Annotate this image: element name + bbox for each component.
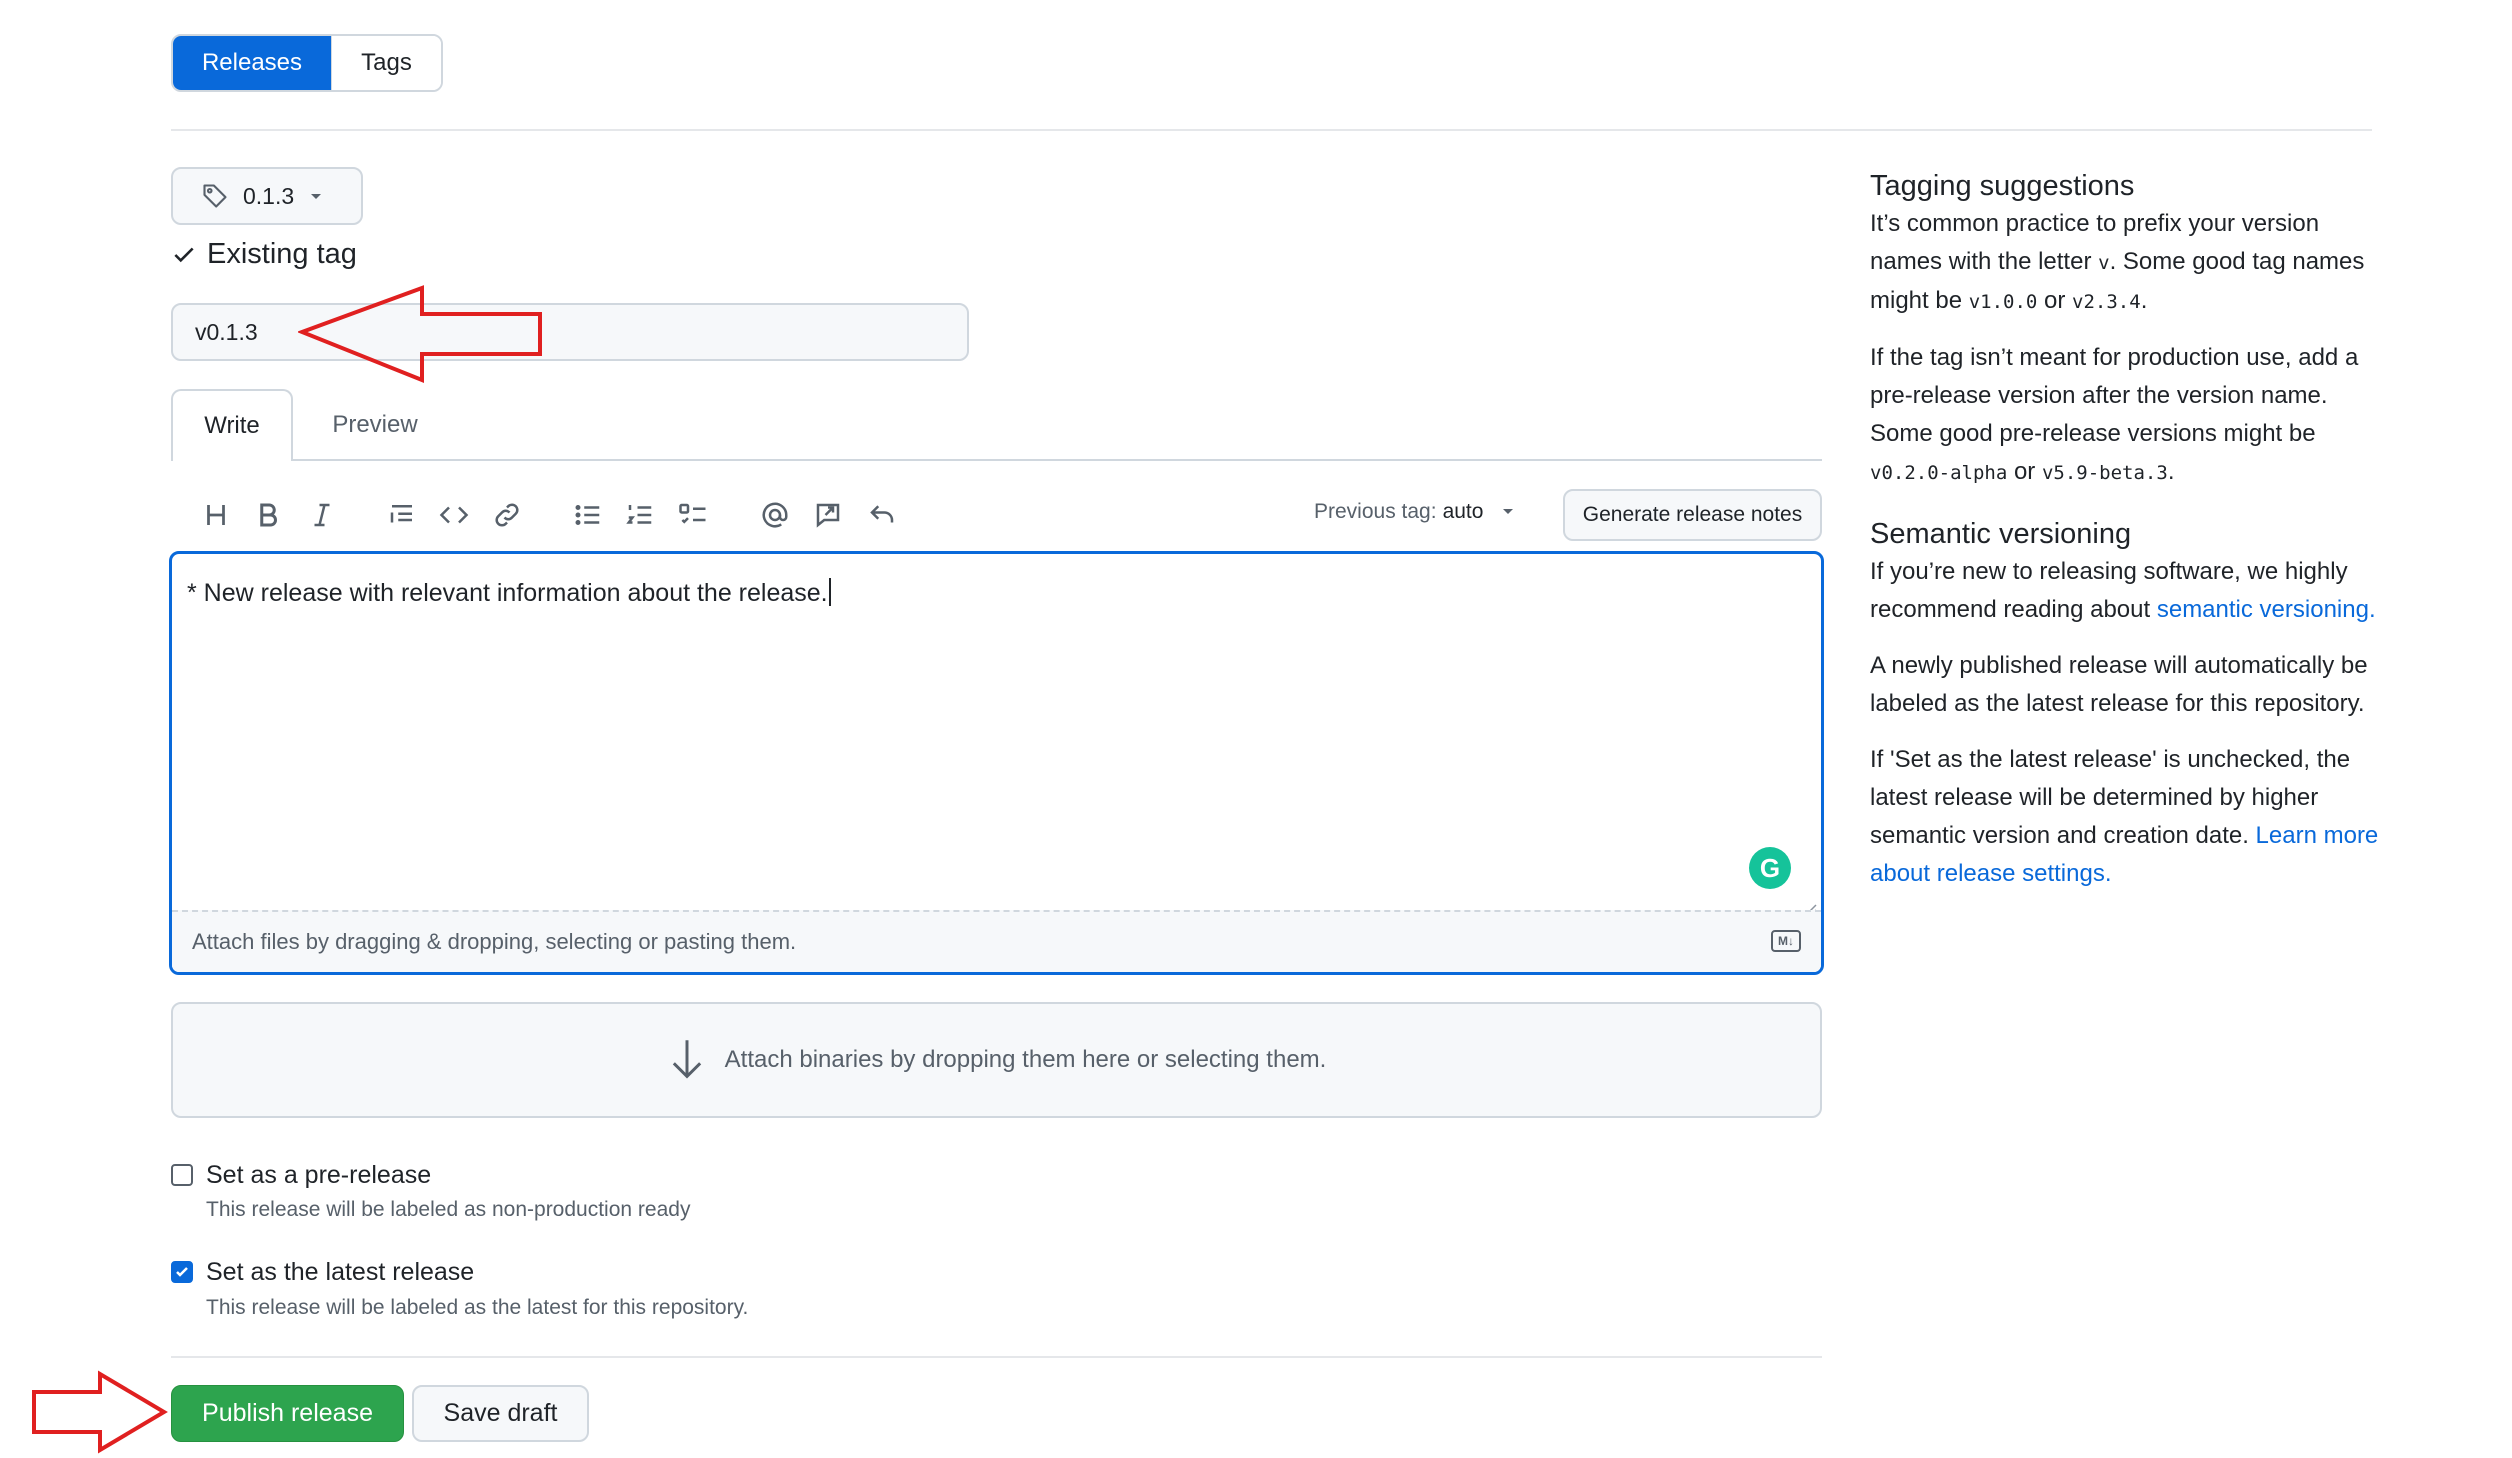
annotation-arrow-left	[298, 285, 542, 383]
binaries-hint: Attach binaries by dropping them here or…	[724, 1046, 1327, 1073]
text-caret	[828, 578, 831, 606]
tab-write[interactable]: Write	[171, 389, 293, 461]
tags-tab[interactable]: Tags	[331, 36, 441, 90]
tag-select-value: 0.1.3	[243, 182, 295, 209]
italic-icon[interactable]	[302, 495, 342, 535]
arrow-down-icon	[672, 1040, 701, 1079]
markdown-icon[interactable]: M↓	[1771, 930, 1801, 952]
mention-icon[interactable]	[755, 495, 795, 535]
tagging-paragraph-1: It’s common practice to prefix your vers…	[1870, 210, 2365, 314]
latest-release-label[interactable]: Set as the latest release	[206, 1258, 474, 1287]
heading-icon[interactable]	[196, 495, 236, 535]
attach-files-hint: Attach files by dragging & dropping, sel…	[192, 929, 797, 954]
divider	[171, 129, 2372, 131]
caret-down-icon	[1503, 509, 1514, 514]
previous-tag-value: auto	[1442, 500, 1484, 523]
release-notes-editor[interactable]: * New release with relevant information …	[169, 551, 1824, 975]
semver-paragraph-3: If 'Set as the latest release' is unchec…	[1870, 746, 2379, 887]
unordered-list-icon[interactable]	[568, 495, 608, 535]
tagging-title: Tagging suggestions	[1870, 170, 2135, 202]
ordered-list-icon[interactable]	[620, 495, 660, 535]
tag-select-button[interactable]: 0.1.3	[171, 167, 363, 225]
releases-tab[interactable]: Releases	[173, 36, 331, 90]
task-list-icon[interactable]	[673, 495, 713, 535]
semantic-versioning-section: Semantic versioning If you’re new to rel…	[1870, 518, 2390, 893]
existing-tag-status: Existing tag	[171, 238, 357, 271]
semver-paragraph-2: A newly published release will automatic…	[1870, 652, 2368, 717]
releases-tags-nav: Releases Tags	[171, 34, 443, 92]
reference-icon[interactable]	[808, 495, 848, 535]
link-icon[interactable]	[487, 495, 527, 535]
caret-down-icon	[311, 194, 322, 199]
prerelease-checkbox[interactable]	[171, 1164, 193, 1186]
latest-release-checkbox[interactable]	[171, 1261, 193, 1283]
release-title-input[interactable]: v0.1.3	[171, 303, 969, 361]
semver-paragraph-1: If you’re new to releasing software, we …	[1870, 558, 2376, 623]
semantic-versioning-link[interactable]: semantic versioning.	[2157, 596, 2376, 623]
check-icon	[176, 1267, 188, 1277]
previous-tag-select[interactable]: Previous tag: auto	[1314, 500, 1517, 524]
existing-tag-label: Existing tag	[207, 238, 357, 270]
annotation-arrow-right	[32, 1370, 168, 1454]
divider	[171, 1356, 1822, 1358]
semver-title: Semantic versioning	[1870, 518, 2132, 550]
binaries-dropzone[interactable]: Attach binaries by dropping them here or…	[171, 1002, 1822, 1118]
generate-release-notes-button[interactable]: Generate release notes	[1563, 489, 1822, 541]
grammarly-icon[interactable]: G	[1749, 847, 1791, 889]
check-icon	[174, 247, 194, 262]
tagging-paragraph-2: If the tag isn’t meant for production us…	[1870, 344, 2359, 485]
tab-preview[interactable]: Preview	[300, 389, 450, 461]
bold-icon[interactable]	[248, 495, 288, 535]
prerelease-label[interactable]: Set as a pre-release	[206, 1161, 431, 1190]
save-draft-button[interactable]: Save draft	[412, 1385, 589, 1442]
tagging-suggestions-section: Tagging suggestions It’s common practice…	[1870, 170, 2390, 492]
previous-tag-label: Previous tag:	[1314, 500, 1437, 523]
code-icon[interactable]	[434, 495, 474, 535]
undo-icon[interactable]	[862, 495, 902, 535]
attach-files-bar[interactable]: Attach files by dragging & dropping, sel…	[172, 910, 1821, 972]
tag-icon	[203, 184, 227, 208]
release-notes-text[interactable]: * New release with relevant information …	[187, 578, 831, 608]
latest-release-description: This release will be labeled as the late…	[206, 1296, 749, 1319]
publish-release-button[interactable]: Publish release	[171, 1385, 404, 1442]
quote-icon[interactable]	[382, 495, 422, 535]
prerelease-description: This release will be labeled as non-prod…	[206, 1198, 691, 1221]
